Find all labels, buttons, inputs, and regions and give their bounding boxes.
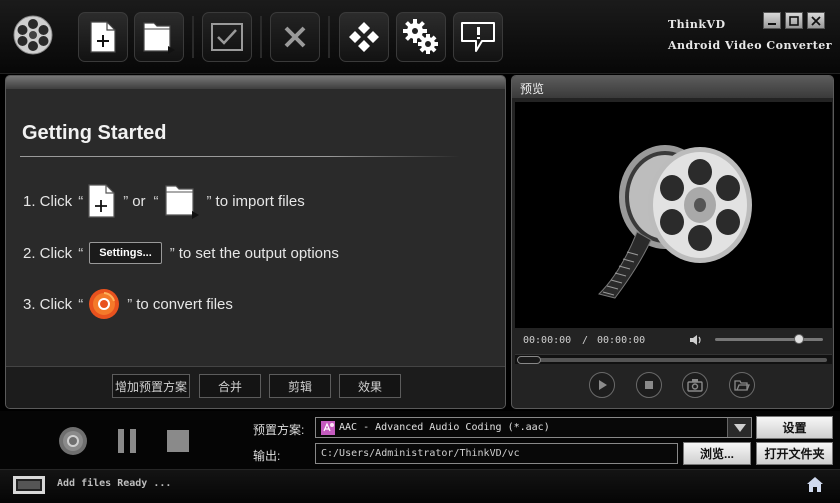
toolbar-separator	[192, 16, 194, 58]
add-folder-button[interactable]	[134, 12, 184, 62]
preview-panel: 预览 00:00:00 / 00:00:00	[511, 75, 834, 409]
seek-bar[interactable]	[515, 354, 832, 364]
minimize-button[interactable]	[763, 12, 781, 29]
snapshot-button[interactable]	[682, 372, 708, 398]
chevron-down-icon	[733, 423, 746, 432]
help-button[interactable]	[453, 12, 503, 62]
guide-title: Getting Started	[22, 122, 167, 144]
preset-dropdown-button[interactable]	[727, 418, 751, 437]
stop-icon[interactable]	[166, 429, 190, 453]
status-bar: Add files Ready ...	[0, 469, 840, 503]
preset-select[interactable]: AAC - Advanced Audio Coding (*.aac)	[315, 417, 752, 438]
convert-start-icon[interactable]	[57, 425, 89, 457]
remove-button[interactable]	[270, 12, 320, 62]
step1-prefix: 1. Click	[23, 192, 73, 210]
output-settings-area: 预置方案: AAC - Advanced Audio Coding (*.aac…	[0, 411, 840, 469]
pause-icon[interactable]	[116, 428, 138, 454]
open-snapshot-folder-button[interactable]	[729, 372, 755, 398]
effects-button[interactable]	[339, 12, 389, 62]
folder-open-icon	[734, 380, 750, 391]
add-folder-icon	[164, 185, 199, 219]
title-divider	[20, 156, 460, 157]
step1-or: or	[132, 192, 146, 210]
step3-prefix: 3. Click	[23, 295, 73, 313]
quote-close: ”	[169, 244, 175, 262]
add-folder-icon	[143, 22, 175, 54]
preview-title: 预览	[512, 76, 833, 98]
status-text: Add files Ready ...	[57, 478, 172, 489]
stop-button[interactable]	[636, 372, 662, 398]
play-button[interactable]	[589, 372, 615, 398]
guide-step-3: 3. Click “ ” to convert files	[23, 287, 237, 321]
toolbar-separator	[260, 16, 262, 58]
film-reel-logo-icon	[13, 15, 53, 55]
volume-knob[interactable]	[794, 334, 805, 344]
stop-icon	[645, 381, 653, 389]
current-time: 00:00:00	[523, 335, 572, 346]
quote-close: ”	[123, 192, 129, 210]
guide-button-bar: 增加预置方案 合并 剪辑 效果	[6, 366, 505, 408]
close-window-button[interactable]	[807, 12, 825, 29]
audio-format-icon	[321, 420, 335, 435]
select-all-button[interactable]	[202, 12, 252, 62]
guide-step-1: 1. Click “ ” or “ ” to import files	[23, 182, 309, 220]
close-icon	[284, 26, 306, 48]
play-icon	[599, 380, 607, 390]
getting-started-panel: Getting Started 1. Click “ ” or “ ” to i…	[5, 75, 506, 409]
toolbar: ThinkVD Android Video Converter	[0, 0, 840, 74]
maximize-icon	[789, 15, 799, 26]
preset-label: 预置方案:	[253, 423, 305, 437]
output-path-field[interactable]: C:/Users/Administrator/ThinkVD/vc	[315, 443, 678, 464]
time-separator: /	[582, 335, 589, 346]
add-file-icon	[88, 184, 115, 218]
settings-chip: Settings...	[89, 242, 162, 264]
check-icon	[211, 23, 243, 51]
diamond-grid-icon	[349, 22, 379, 52]
volume-slider[interactable]	[715, 334, 823, 344]
quote-open: “	[78, 192, 84, 210]
add-file-icon	[90, 21, 116, 53]
output-label: 输出:	[253, 449, 281, 463]
volume-icon[interactable]	[689, 334, 703, 346]
convert-icon	[89, 289, 120, 319]
clip-button[interactable]: 剪辑	[269, 374, 331, 398]
video-display	[515, 102, 832, 328]
film-reel-icon	[598, 145, 752, 299]
add-preset-button[interactable]: 增加预置方案	[112, 374, 190, 398]
settings-button[interactable]: 设置	[756, 416, 833, 439]
minimize-icon	[768, 22, 776, 25]
quote-open: “	[78, 295, 84, 313]
quote-close: ”	[127, 295, 133, 313]
total-time: 00:00:00	[597, 335, 646, 346]
camera-icon	[687, 379, 703, 392]
effects-edit-button[interactable]: 效果	[339, 374, 401, 398]
step1-suffix: to import files	[215, 192, 305, 210]
home-icon[interactable]	[806, 476, 824, 494]
time-bar: 00:00:00 / 00:00:00	[515, 330, 832, 350]
film-strip-icon	[13, 476, 45, 494]
chat-bubble-icon	[461, 22, 495, 52]
brand-subtitle: Android Video Converter	[668, 39, 833, 52]
seek-knob[interactable]	[517, 356, 541, 364]
quote-close: ”	[206, 192, 212, 210]
guide-step-2: 2. Click “ Settings... ” to set the outp…	[23, 242, 343, 264]
maximize-button[interactable]	[785, 12, 803, 29]
seek-track[interactable]	[517, 358, 827, 362]
step3-suffix: to convert files	[136, 295, 233, 313]
quote-open: “	[153, 192, 159, 210]
browse-button[interactable]: 浏览...	[683, 442, 751, 465]
add-file-button[interactable]	[78, 12, 128, 62]
preset-value: AAC - Advanced Audio Coding (*.aac)	[339, 422, 550, 433]
open-folder-button[interactable]: 打开文件夹	[756, 442, 833, 465]
step2-suffix: to set the output options	[178, 244, 339, 262]
settings-button[interactable]	[396, 12, 446, 62]
step2-prefix: 2. Click	[23, 244, 73, 262]
quote-open: “	[78, 244, 84, 262]
toolbar-separator	[328, 16, 330, 58]
merge-button[interactable]: 合并	[199, 374, 261, 398]
close-icon	[811, 15, 821, 26]
gears-icon	[403, 19, 438, 54]
panel-title-bar	[6, 76, 505, 89]
